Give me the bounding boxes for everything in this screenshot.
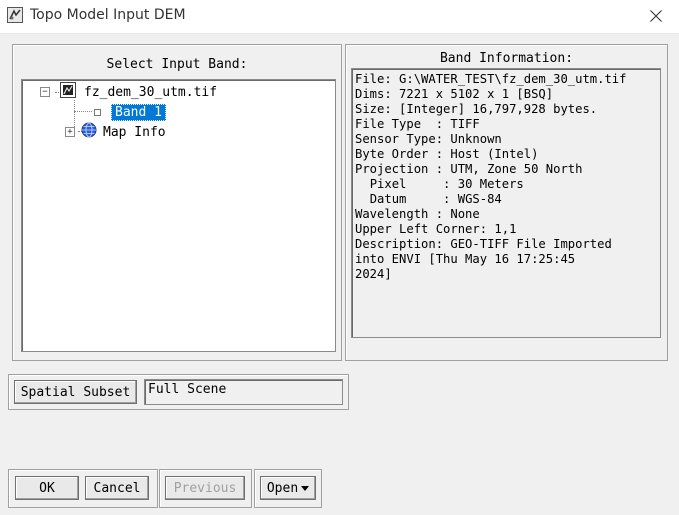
band-info-title: Band Information: — [439, 51, 574, 66]
previous-group: Previous — [159, 469, 252, 508]
select-band-panel: Select Input Band: − fz_dem_30_utm.tif B… — [12, 44, 342, 361]
tree-item-file[interactable]: − fz_dem_30_utm.tif — [40, 82, 218, 102]
window-title: Topo Model Input DEM — [30, 7, 186, 23]
band-tree[interactable]: − fz_dem_30_utm.tif Band 1 + Map Info — [21, 79, 336, 352]
collapse-icon[interactable]: − — [40, 87, 50, 97]
select-band-title: Select Input Band: — [106, 57, 248, 72]
band-node-icon — [94, 108, 101, 116]
ok-button[interactable]: OK — [15, 476, 79, 500]
map-info-label: Map Info — [103, 124, 166, 140]
band-info-panel: Band Information: File: G:\WATER_TEST\fz… — [345, 44, 668, 361]
tree-item-band-1[interactable]: Band 1 — [94, 103, 166, 121]
app-icon — [7, 7, 23, 23]
caret-down-icon — [301, 481, 310, 496]
tree-item-map-info[interactable]: + Map Info — [65, 122, 166, 142]
close-icon — [650, 7, 662, 26]
spatial-subset-button[interactable]: Spatial Subset — [14, 380, 137, 404]
band-node-label: Band 1 — [111, 103, 166, 121]
open-button-label: Open — [266, 480, 299, 496]
spatial-subset-group: Spatial Subset Full Scene — [8, 374, 349, 410]
open-button[interactable]: Open — [260, 476, 316, 500]
image-file-icon — [60, 82, 76, 102]
open-group: Open — [254, 469, 322, 508]
band-info-text: File: G:\WATER_TEST\fz_dem_30_utm.tif Di… — [355, 72, 627, 281]
cancel-button[interactable]: Cancel — [85, 476, 149, 500]
expand-icon[interactable]: + — [65, 127, 75, 137]
close-button[interactable] — [633, 0, 679, 33]
subset-value-field: Full Scene — [144, 379, 343, 405]
band-info-textbox[interactable]: File: G:\WATER_TEST\fz_dem_30_utm.tif Di… — [351, 68, 661, 338]
title-bar: Topo Model Input DEM — [0, 0, 679, 34]
globe-icon — [81, 122, 97, 142]
previous-button[interactable]: Previous — [165, 476, 245, 500]
file-node-label: fz_dem_30_utm.tif — [84, 84, 218, 100]
ok-cancel-group: OK Cancel — [8, 469, 158, 508]
